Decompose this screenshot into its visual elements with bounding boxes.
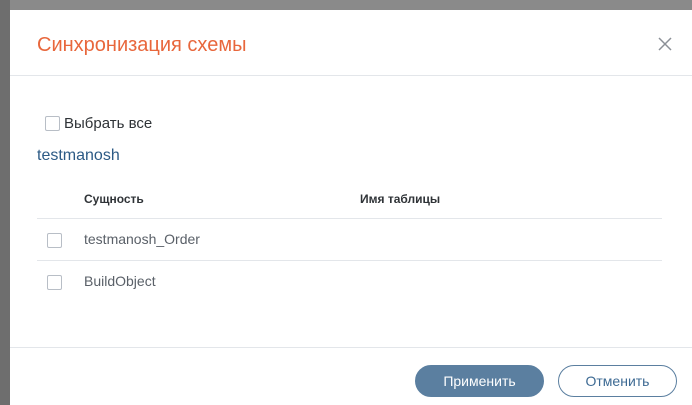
- close-button[interactable]: [655, 34, 675, 54]
- dialog-title: Синхронизация схемы: [37, 34, 247, 56]
- entities-table: Сущность Имя таблицы testmanosh_Order Bu…: [37, 182, 662, 302]
- dialog-footer: Применить Отменить: [10, 347, 692, 405]
- column-header-entity: Сущность: [84, 192, 144, 206]
- select-all-label: Выбрать все: [64, 114, 153, 132]
- entity-cell: BuildObject: [84, 273, 156, 289]
- group-title: testmanosh: [37, 147, 120, 164]
- sync-schema-dialog: Синхронизация схемы Выбрать все testmano…: [10, 10, 692, 405]
- table-row: testmanosh_Order: [37, 219, 662, 261]
- column-header-table-name: Имя таблицы: [360, 192, 441, 206]
- select-all-checkbox[interactable]: Выбрать все: [45, 113, 152, 133]
- row-checkbox[interactable]: [47, 275, 62, 290]
- apply-button[interactable]: Применить: [415, 365, 544, 397]
- entity-cell: testmanosh_Order: [84, 231, 200, 247]
- close-icon: [658, 37, 672, 51]
- select-all-box[interactable]: [45, 115, 60, 131]
- cancel-button[interactable]: Отменить: [558, 365, 677, 397]
- dialog-header: Синхронизация схемы: [10, 10, 692, 76]
- table-header: Сущность Имя таблицы: [37, 182, 662, 219]
- table-row: BuildObject: [37, 261, 662, 302]
- page-backdrop: [0, 0, 10, 405]
- row-checkbox[interactable]: [47, 233, 62, 248]
